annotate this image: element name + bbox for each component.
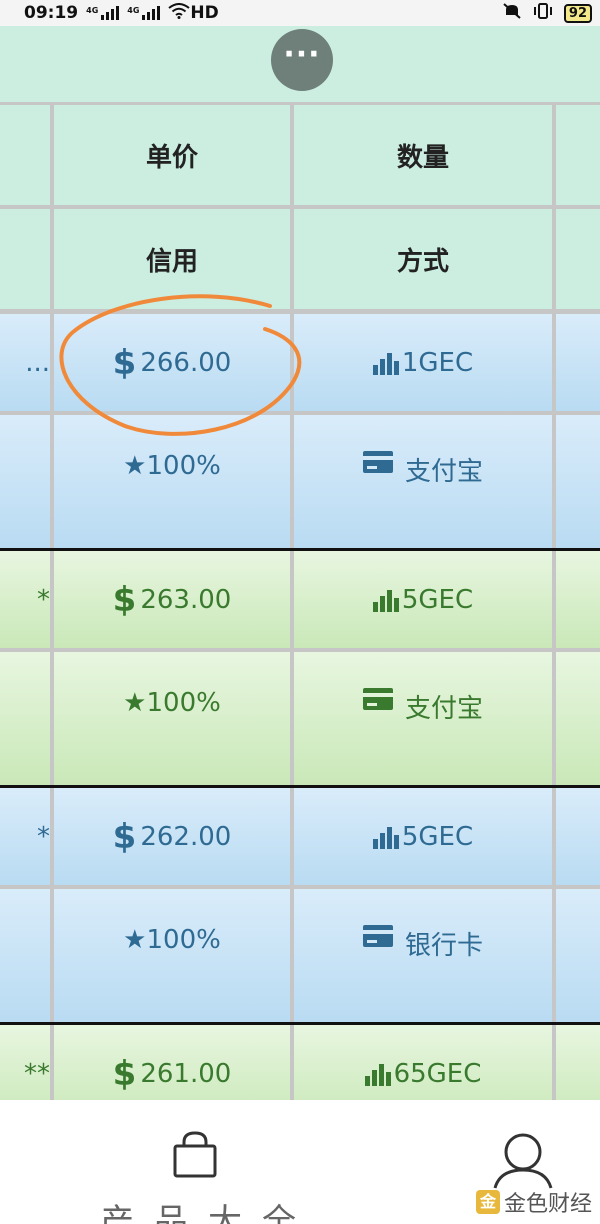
offer-amount: 5GEC — [294, 788, 552, 885]
card-icon — [362, 688, 393, 710]
highlight-circle-annotation — [59, 294, 302, 436]
bottom-nav-label[interactable]: 产品大全 — [100, 1194, 316, 1224]
status-time: 09:19 — [24, 3, 79, 23]
offer-amount: 65GEC — [294, 1025, 552, 1100]
offer-cell-right — [556, 652, 600, 785]
bar-chart-icon — [364, 1062, 391, 1086]
offer-cell-left — [0, 889, 50, 1022]
header-quantity: 数量 — [294, 105, 552, 205]
user-profile-icon[interactable] — [492, 1130, 554, 1194]
seller-name-fragment: ... — [0, 314, 50, 411]
offer-cell-right — [556, 314, 600, 411]
bar-chart-icon — [372, 588, 399, 612]
offer-cell-right — [556, 889, 600, 1022]
bar-chart-icon — [372, 825, 399, 849]
vibrate-icon — [532, 2, 554, 25]
offer-price: $261.00 — [54, 1025, 290, 1100]
dollar-icon: $ — [112, 579, 137, 620]
offer-method: 支付宝 — [294, 652, 552, 785]
seller-name-fragment: ** — [0, 1025, 50, 1100]
seller-name-fragment: * — [0, 788, 50, 885]
shopping-bag-icon[interactable] — [170, 1130, 220, 1184]
offer-cell-right — [556, 788, 600, 885]
offer-amount: 1GEC — [294, 314, 552, 411]
offer-price: $263.00 — [54, 551, 290, 648]
offer-cell-right — [556, 1025, 600, 1100]
wifi-icon — [168, 2, 191, 24]
offer-cell-left — [0, 652, 50, 785]
signal-icon: 4G — [86, 6, 120, 20]
offer-row[interactable]: * $263.00 5GEC — [0, 551, 600, 648]
header-cell-left — [0, 105, 50, 205]
offer-row[interactable]: ** $261.00 65GEC — [0, 1025, 600, 1100]
offer-table: 单价 数量 信用 方式 ... $266.00 1GEC ★100% 支付宝 *… — [0, 102, 600, 1100]
card-icon — [362, 925, 393, 947]
hd-badge: HD — [190, 3, 219, 23]
offer-method: 银行卡 — [294, 889, 552, 1022]
offer-amount: 5GEC — [294, 551, 552, 648]
offer-row[interactable]: * $262.00 5GEC — [0, 788, 600, 885]
battery-icon: 92 — [563, 3, 592, 23]
offer-cell-right — [556, 551, 600, 648]
seller-name-fragment: * — [0, 551, 50, 648]
header-row-price-qty: 单价 数量 — [0, 105, 600, 205]
offer-price: $262.00 — [54, 788, 290, 885]
header-cell-left-2 — [0, 209, 50, 309]
more-options-button[interactable]: ··· — [271, 29, 333, 91]
header-unit-price: 单价 — [54, 105, 290, 205]
offer-row-detail[interactable]: ★100% 银行卡 — [0, 889, 600, 1022]
header-method: 方式 — [294, 209, 552, 309]
offer-credit: ★100% — [54, 889, 290, 1022]
offer-credit: ★100% — [54, 652, 290, 785]
watermark-logo: 金 金色财经 — [475, 1186, 592, 1218]
offer-method: 支付宝 — [294, 415, 552, 548]
dollar-icon: $ — [112, 1053, 137, 1094]
dollar-icon: $ — [112, 816, 137, 857]
offer-cell-left — [0, 415, 50, 548]
header-cell-right-2 — [556, 209, 600, 309]
mute-icon — [502, 2, 522, 25]
offer-row-detail[interactable]: ★100% 支付宝 — [0, 652, 600, 785]
bar-chart-icon — [372, 351, 399, 375]
offer-cell-right — [556, 415, 600, 548]
watermark-badge-icon: 金 — [475, 1190, 500, 1214]
header-cell-right — [556, 105, 600, 205]
signal-icon-2: 4G — [127, 6, 161, 20]
status-bar: 09:19 4G 4G HD 92 — [0, 0, 600, 26]
card-icon — [362, 451, 393, 473]
